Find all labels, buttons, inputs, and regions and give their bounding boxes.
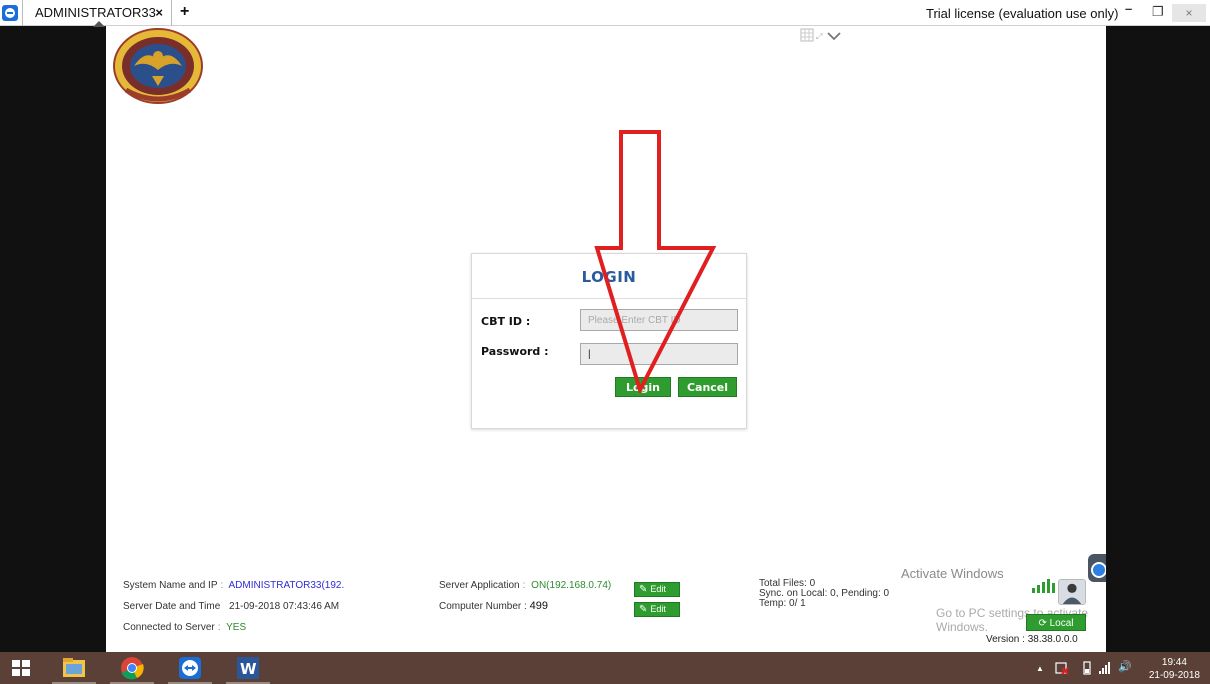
- temp-status: Temp: 0/ 1: [759, 598, 806, 609]
- network-error-icon[interactable]: [1055, 661, 1069, 675]
- svg-text:W: W: [240, 660, 257, 678]
- clock[interactable]: 19:44 21-09-2018: [1149, 656, 1200, 682]
- local-button[interactable]: ⟳ Local: [1026, 614, 1086, 631]
- edit-label: Edit: [650, 584, 666, 594]
- remote-tab-bar: ADMINISTRATOR33 × + Trial license (evalu…: [0, 0, 1210, 27]
- edit-server-button[interactable]: ✎ Edit: [634, 582, 680, 597]
- pencil-icon: ✎: [639, 604, 648, 615]
- remote-screen: ⤢ LOGIN CBT ID : Password : Login Cancel…: [106, 26, 1106, 652]
- computer-number-label: Computer Number :: [439, 601, 527, 612]
- clock-date: 21-09-2018: [1148, 670, 1200, 681]
- teamviewer-taskbar-icon[interactable]: [168, 652, 212, 684]
- password-label: Password :: [481, 345, 549, 358]
- cbt-id-label: CBT ID :: [481, 315, 531, 328]
- institute-logo: [113, 28, 203, 104]
- add-tab-button[interactable]: +: [180, 3, 189, 21]
- server-date-row: Server Date and Time 21-09-2018 07:43:46…: [123, 601, 339, 612]
- remote-toolbar-icon[interactable]: ⤢: [800, 26, 846, 46]
- refresh-icon: ⟳: [1038, 618, 1047, 629]
- edit-computer-number-button[interactable]: ✎ Edit: [634, 602, 680, 617]
- signal-strength-icon: [1032, 579, 1055, 593]
- connected-value: YES: [226, 622, 247, 633]
- teamviewer-side-panel-icon[interactable]: [1088, 554, 1106, 582]
- local-label: Local: [1049, 618, 1074, 629]
- user-avatar: [1058, 579, 1086, 605]
- svg-text:⤢: ⤢: [815, 32, 822, 41]
- computer-number-value: 499: [529, 600, 548, 612]
- clock-time: 19:44: [1161, 657, 1187, 668]
- system-name-value: ADMINISTRATOR33(192.: [228, 580, 345, 591]
- system-name-label: System Name and IP: [123, 580, 218, 591]
- tab-notch-indicator: [93, 21, 105, 27]
- activate-windows-watermark: Activate Windows: [901, 566, 1004, 581]
- server-app-label: Server Application: [439, 580, 520, 591]
- tab-administrator33[interactable]: ADMINISTRATOR33 ×: [22, 0, 172, 27]
- license-notice: Trial license (evaluation use only): [926, 6, 1119, 21]
- system-tray: ▲ 🔊 19:44 21-09-2018: [1010, 652, 1210, 684]
- signal-bars-icon[interactable]: [1098, 661, 1112, 675]
- pencil-icon: ✎: [639, 584, 648, 595]
- server-date-value: 21-09-2018 07:43:46 AM: [229, 601, 340, 612]
- restore-button[interactable]: ❐: [1152, 4, 1164, 20]
- windows-taskbar: W ▲ 🔊 19:44 21-09-2018: [0, 652, 1210, 684]
- connected-label: Connected to Server: [123, 622, 215, 633]
- volume-icon[interactable]: 🔊: [1118, 660, 1132, 673]
- battery-icon[interactable]: [1082, 661, 1092, 675]
- show-hidden-icons[interactable]: ▲: [1036, 664, 1044, 673]
- connected-row: Connected to Server: YES: [123, 622, 247, 633]
- computer-number-row: Computer Number : 499: [439, 600, 548, 612]
- minimize-button[interactable]: –: [1125, 1, 1132, 16]
- server-date-label: Server Date and Time: [123, 601, 221, 612]
- teamviewer-icon[interactable]: [2, 5, 18, 21]
- file-explorer-icon[interactable]: [52, 652, 96, 684]
- edit-label: Edit: [650, 604, 666, 614]
- server-app-row: Server Application: ON(192.168.0.74): [439, 580, 612, 591]
- file-stats: Total Files: 0 Sync. on Local: 0, Pendin…: [759, 579, 889, 609]
- word-icon[interactable]: W: [226, 652, 270, 684]
- red-arrow-annotation: [594, 130, 717, 393]
- tab-close-icon[interactable]: ×: [155, 5, 163, 20]
- version-label: Version : 38.38.0.0.0: [986, 634, 1078, 645]
- chrome-icon[interactable]: [110, 652, 154, 684]
- system-name-row: System Name and IP: ADMINISTRATOR33(192.: [123, 580, 345, 591]
- user-photo-icon: [1062, 583, 1082, 604]
- server-app-value: ON(192.168.0.74): [531, 580, 612, 591]
- close-button[interactable]: ×: [1172, 4, 1206, 22]
- tab-title: ADMINISTRATOR33: [35, 5, 156, 20]
- windows-start-icon[interactable]: [12, 660, 30, 676]
